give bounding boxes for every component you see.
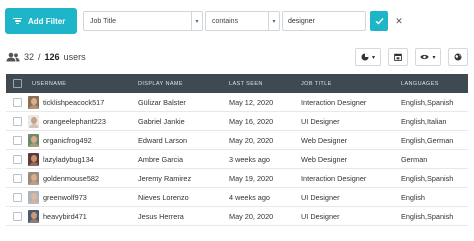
filter-icon bbox=[13, 17, 22, 25]
chevron-down-icon: ▾ bbox=[432, 54, 436, 61]
job-title-cell: UI Designer bbox=[301, 192, 340, 202]
table-row[interactable]: greenwolf973 Nieves Lorenzo 4 weeks ago UI … bbox=[6, 188, 468, 207]
languages-cell: English,German bbox=[401, 135, 454, 145]
row-checkbox[interactable] bbox=[12, 116, 22, 126]
last-seen-cell: 4 weeks ago bbox=[229, 192, 270, 202]
display-name-cell: Ambre Garcia bbox=[138, 154, 184, 164]
table-row[interactable]: ticklishpeacock517 Gülizar Balster May 12,… bbox=[6, 93, 468, 112]
last-seen-cell: May 19, 2020 bbox=[229, 173, 274, 183]
filter-bar: Add Filter Job Title ▾ contains ▾ design… bbox=[0, 8, 474, 34]
add-filter-label: Add Filter bbox=[28, 16, 66, 26]
close-icon: ✕ bbox=[395, 15, 403, 26]
check-icon bbox=[375, 18, 384, 25]
username-cell: lazyladybug134 bbox=[43, 154, 94, 164]
languages-cell: English bbox=[401, 192, 425, 202]
username-cell: organicfrog492 bbox=[43, 135, 92, 145]
column-header-last-seen[interactable]: LAST SEEN bbox=[229, 81, 301, 87]
globe-icon bbox=[454, 53, 462, 61]
filter-field-value: Job Title bbox=[90, 17, 117, 25]
row-checkbox[interactable] bbox=[12, 154, 22, 164]
count-unit: users bbox=[63, 52, 86, 62]
column-header-languages[interactable]: LANGUAGES bbox=[401, 81, 468, 87]
table-row[interactable]: organicfrog492 Edward Larson May 20, 2020 W… bbox=[6, 131, 468, 150]
job-title-cell: UI Designer bbox=[301, 211, 340, 221]
table-row[interactable]: goldenmouse582 Jeremy Ramirez May 19, 2020… bbox=[6, 169, 468, 188]
last-seen-cell: 3 weeks ago bbox=[229, 154, 270, 164]
avatar bbox=[28, 95, 39, 109]
row-checkbox[interactable] bbox=[12, 192, 22, 202]
languages-cell: English,Spanish bbox=[401, 97, 454, 107]
row-checkbox[interactable] bbox=[12, 211, 22, 221]
pie-chart-icon bbox=[361, 53, 369, 61]
visibility-button[interactable]: ▾ bbox=[415, 48, 441, 66]
users-table: USERNAME DISPLAY NAME LAST SEEN JOB TITL… bbox=[6, 74, 468, 226]
chevron-down-icon: ▾ bbox=[371, 54, 375, 61]
username-cell: orangeelephant223 bbox=[43, 116, 106, 126]
eye-icon bbox=[420, 54, 430, 60]
filter-operator-value: contains bbox=[212, 17, 239, 25]
add-filter-button[interactable]: Add Filter bbox=[5, 8, 77, 34]
avatar bbox=[28, 114, 39, 128]
apply-filter-button[interactable] bbox=[370, 11, 388, 31]
shown-count: 32 bbox=[24, 52, 35, 62]
display-name-cell: Jesus Herrera bbox=[138, 211, 184, 221]
chart-button[interactable]: ▾ bbox=[355, 48, 381, 66]
user-grid-screen: Add Filter Job Title ▾ contains ▾ design… bbox=[0, 0, 474, 241]
job-title-cell: Web Designer bbox=[301, 135, 348, 145]
avatar bbox=[28, 190, 39, 204]
username-cell: ticklishpeacock517 bbox=[43, 97, 105, 107]
last-seen-cell: May 12, 2020 bbox=[229, 97, 274, 107]
column-header-display-name[interactable]: DISPLAY NAME bbox=[138, 81, 229, 87]
avatar bbox=[28, 171, 39, 185]
filter-value-input[interactable]: designer bbox=[282, 11, 366, 31]
filter-field-select[interactable]: Job Title ▾ bbox=[83, 11, 203, 31]
languages-cell: German bbox=[401, 154, 428, 164]
locale-button[interactable] bbox=[448, 48, 468, 66]
column-header-username[interactable]: USERNAME bbox=[28, 81, 138, 87]
display-name-cell: Gabriel Jankie bbox=[138, 116, 185, 126]
table-header: USERNAME DISPLAY NAME LAST SEEN JOB TITL… bbox=[6, 74, 468, 93]
table-row[interactable]: heavybird471 Jesus Herrera May 20, 2020 UI … bbox=[6, 207, 468, 226]
languages-cell: English,Spanish bbox=[401, 211, 454, 221]
calendar-button[interactable] bbox=[388, 48, 408, 66]
job-title-cell: Interaction Designer bbox=[301, 173, 367, 183]
table-row[interactable]: lazyladybug134 Ambre Garcia 3 weeks ago Web… bbox=[6, 150, 468, 169]
row-checkbox[interactable] bbox=[12, 135, 22, 145]
display-name-cell: Jeremy Ramirez bbox=[138, 173, 192, 183]
chevron-down-icon: ▾ bbox=[191, 12, 202, 30]
avatar bbox=[28, 209, 39, 223]
column-header-job-title[interactable]: JOB TITLE bbox=[301, 81, 401, 87]
table-row[interactable]: orangeelephant223 Gabriel Jankie May 16, 2… bbox=[6, 112, 468, 131]
count-separator: / bbox=[38, 52, 41, 62]
languages-cell: English,Spanish bbox=[401, 173, 454, 183]
job-title-cell: UI Designer bbox=[301, 116, 340, 126]
display-name-cell: Nieves Lorenzo bbox=[138, 192, 189, 202]
display-name-cell: Edward Larson bbox=[138, 135, 188, 145]
select-all-checkbox[interactable] bbox=[12, 79, 22, 88]
last-seen-cell: May 20, 2020 bbox=[229, 211, 274, 221]
chevron-down-icon: ▾ bbox=[268, 12, 279, 30]
job-title-cell: Interaction Designer bbox=[301, 97, 367, 107]
users-icon bbox=[6, 52, 20, 62]
row-checkbox[interactable] bbox=[12, 97, 22, 107]
last-seen-cell: May 20, 2020 bbox=[229, 135, 274, 145]
total-count: 126 bbox=[44, 52, 60, 62]
row-checkbox[interactable] bbox=[12, 173, 22, 183]
result-count: 32 / 126 users bbox=[6, 50, 86, 64]
table-body: ticklishpeacock517 Gülizar Balster May 12,… bbox=[6, 93, 468, 226]
avatar bbox=[28, 133, 39, 147]
last-seen-cell: May 16, 2020 bbox=[229, 116, 274, 126]
calendar-icon bbox=[394, 53, 402, 61]
username-cell: heavybird471 bbox=[43, 211, 87, 221]
filter-value-text: designer bbox=[288, 17, 315, 25]
username-cell: greenwolf973 bbox=[43, 192, 87, 202]
languages-cell: English,Italian bbox=[401, 116, 447, 126]
display-name-cell: Gülizar Balster bbox=[138, 97, 186, 107]
username-cell: goldenmouse582 bbox=[43, 173, 99, 183]
job-title-cell: Web Designer bbox=[301, 154, 348, 164]
clear-filter-button[interactable]: ✕ bbox=[393, 13, 405, 29]
avatar bbox=[28, 152, 39, 166]
filter-operator-select[interactable]: contains ▾ bbox=[205, 11, 280, 31]
